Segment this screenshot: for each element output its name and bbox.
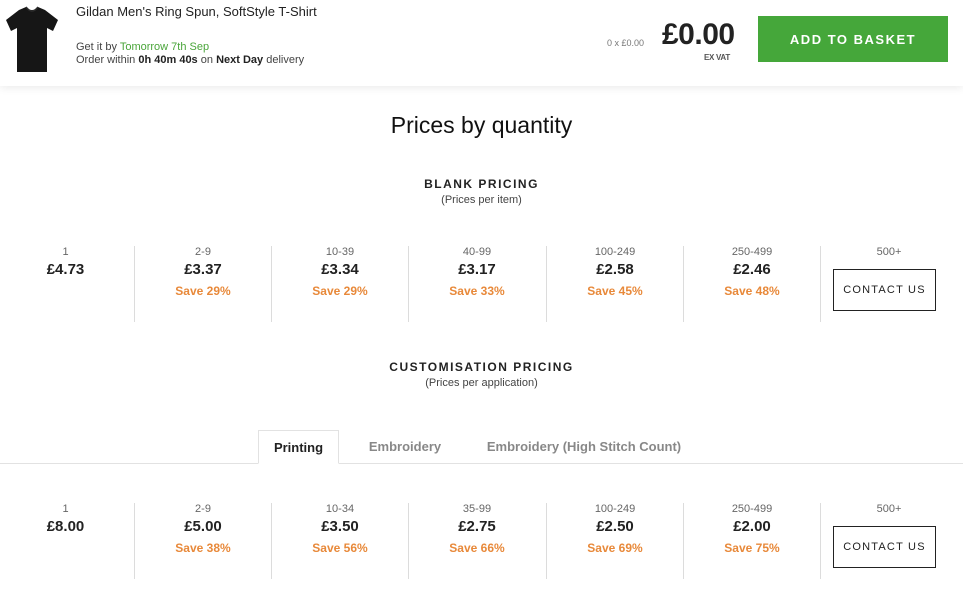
tier-price: £3.50 xyxy=(321,518,359,535)
order-countdown: Order within 0h 40m 40s on Next Day deli… xyxy=(76,54,304,66)
blank-pricing-heading: BLANK PRICING xyxy=(424,177,539,191)
tier-saving: Save 66% xyxy=(449,541,505,555)
price-tier: 250-499 £2.46 Save 48% xyxy=(683,246,820,322)
vat-note: EX VAT xyxy=(704,53,730,62)
price-tier: 1 £4.73 xyxy=(0,246,134,322)
tier-saving: Save 48% xyxy=(724,284,780,298)
tier-quantity-range: 2-9 xyxy=(195,246,211,258)
price-tier: 100-249 £2.58 Save 45% xyxy=(546,246,683,322)
price-tier: 100-249 £2.50 Save 69% xyxy=(546,503,683,579)
tier-price: £3.37 xyxy=(184,261,222,278)
customisation-pricing-tiers: 1 £8.00 2-9 £5.00 Save 38% 10-34 £3.50 S… xyxy=(0,503,963,583)
blank-pricing-tiers: 1 £4.73 2-9 £3.37 Save 29% 10-39 £3.34 S… xyxy=(0,246,963,326)
delivery-estimate: Get it by Tomorrow 7th Sep xyxy=(76,41,209,53)
blank-pricing-subheading: (Prices per item) xyxy=(441,194,522,206)
tier-saving: Save 29% xyxy=(312,284,368,298)
tier-quantity-range: 2-9 xyxy=(195,503,211,515)
contact-us-button[interactable]: CONTACT US xyxy=(833,269,936,311)
tier-saving: Save 29% xyxy=(175,284,231,298)
price-tier: 10-39 £3.34 Save 29% xyxy=(271,246,408,322)
tier-quantity-range: 10-39 xyxy=(325,246,355,258)
on-text: on xyxy=(200,54,213,66)
tab-embroidery[interactable]: Embroidery xyxy=(355,430,455,464)
price-tier: 500+ CONTACT US xyxy=(820,246,957,322)
delivery-prefix: Get it by xyxy=(76,41,117,53)
price-tier: 2-9 £5.00 Save 38% xyxy=(134,503,271,579)
tier-quantity-range: 250-499 xyxy=(731,246,773,258)
page-title: Prices by quantity xyxy=(390,112,573,138)
tab-embroidery-high-stitch[interactable]: Embroidery (High Stitch Count) xyxy=(475,430,693,464)
tier-saving: Save 69% xyxy=(587,541,643,555)
quantity-unit-price: 0 x £0.00 xyxy=(607,38,645,48)
delivery-date: Tomorrow 7th Sep xyxy=(119,41,210,53)
tier-price: £8.00 xyxy=(46,518,85,535)
tier-price: £5.00 xyxy=(184,518,222,535)
price-tier: 10-34 £3.50 Save 56% xyxy=(271,503,408,579)
tier-quantity-range: 1 xyxy=(62,246,69,258)
tab-printing[interactable]: Printing xyxy=(258,430,339,464)
tier-price: £3.17 xyxy=(458,261,496,278)
price-tier: 1 £8.00 xyxy=(0,503,134,579)
tier-quantity-range: 100-249 xyxy=(594,246,636,258)
customisation-pricing-subheading: (Prices per application) xyxy=(425,377,538,389)
tier-quantity-range: 1 xyxy=(62,503,69,515)
add-to-basket-button[interactable]: ADD TO BASKET xyxy=(758,16,948,62)
countdown-timer: 0h 40m 40s xyxy=(138,54,198,66)
tier-price: £2.75 xyxy=(458,518,496,535)
product-title: Gildan Men's Ring Spun, SoftStyle T-Shir… xyxy=(76,4,317,19)
price-tier: 35-99 £2.75 Save 66% xyxy=(408,503,545,579)
price-tier: 40-99 £3.17 Save 33% xyxy=(408,246,545,322)
tier-price: £2.00 xyxy=(733,518,771,535)
tshirt-thumbnail-icon xyxy=(6,6,58,72)
order-within-prefix: Order within xyxy=(76,54,136,66)
price-tier: 250-499 £2.00 Save 75% xyxy=(683,503,820,579)
tier-saving: Save 56% xyxy=(312,541,368,555)
tier-price: £3.34 xyxy=(321,261,359,278)
tier-quantity-range: 40-99 xyxy=(462,246,492,258)
tier-saving: Save 38% xyxy=(175,541,231,555)
contact-us-button[interactable]: CONTACT US xyxy=(833,526,936,568)
tier-price: £4.73 xyxy=(46,261,85,278)
tier-quantity-range: 500+ xyxy=(876,246,902,258)
delivery-type: Next Day xyxy=(216,54,264,66)
delivery-suffix: delivery xyxy=(266,54,305,66)
price-tier: 500+ CONTACT US xyxy=(820,503,957,579)
customisation-pricing-heading: CUSTOMISATION PRICING xyxy=(389,360,574,374)
tier-price: £2.50 xyxy=(596,518,634,535)
tier-quantity-range: 10-34 xyxy=(325,503,355,515)
tier-price: £2.46 xyxy=(733,261,771,278)
tier-saving: Save 75% xyxy=(724,541,780,555)
sticky-product-header: Gildan Men's Ring Spun, SoftStyle T-Shir… xyxy=(0,0,963,86)
tier-quantity-range: 35-99 xyxy=(462,503,492,515)
total-price: £0.00 xyxy=(662,18,735,51)
tier-saving: Save 33% xyxy=(449,284,505,298)
tier-quantity-range: 250-499 xyxy=(731,503,773,515)
tier-quantity-range: 500+ xyxy=(876,503,902,515)
tier-price: £2.58 xyxy=(596,261,634,278)
tier-saving: Save 45% xyxy=(587,284,643,298)
price-tier: 2-9 £3.37 Save 29% xyxy=(134,246,271,322)
tier-quantity-range: 100-249 xyxy=(594,503,636,515)
